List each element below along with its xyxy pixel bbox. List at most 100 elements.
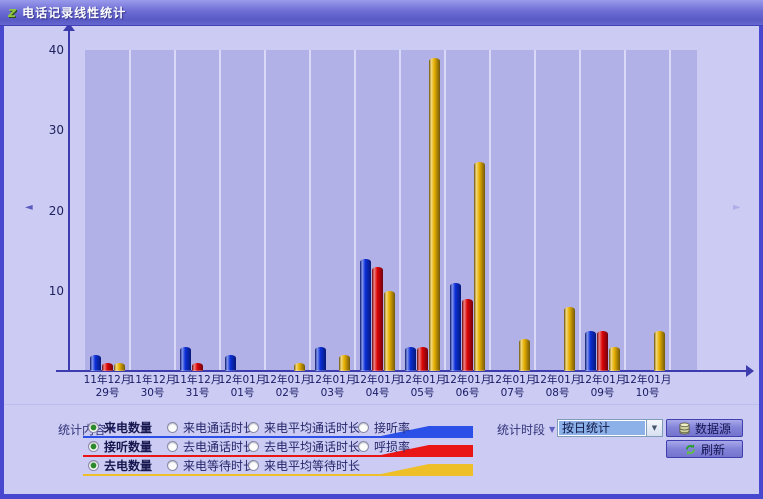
bar-来电数量-04号: [360, 259, 371, 371]
radio-option-接听数量[interactable]: 接听数量: [88, 439, 152, 454]
period-dropdown[interactable]: 按日统计 ▼: [557, 419, 663, 437]
radio-option-label: 来电数量: [104, 421, 153, 435]
period-dropdown-value: 按日统计: [559, 421, 645, 435]
y-axis-tick-label: 30: [48, 123, 64, 138]
window-border-left: [0, 0, 4, 499]
y-axis-line: [68, 30, 70, 372]
scroll-left-icon[interactable]: ◄: [25, 203, 33, 213]
radio-icon[interactable]: [167, 422, 178, 433]
radio-option-label: 去电平均通话时长: [264, 440, 361, 454]
x-axis-arrow-icon: [746, 365, 754, 377]
radio-option-去电通话时长[interactable]: 去电通话时长: [167, 439, 255, 454]
bar-去电数量-05号: [429, 58, 440, 371]
phone-record-stats-window: z 电话记录线性统计 x 1020304011年12月29号11年12月30号1…: [0, 0, 763, 499]
radio-icon[interactable]: [248, 422, 259, 433]
radio-option-接听率[interactable]: 接听率: [358, 420, 410, 435]
bar-去电数量-29号: [114, 363, 125, 371]
window-border-right: [759, 0, 763, 499]
radio-option-label: 来电平均等待时长: [264, 459, 361, 473]
radio-option-来电通话时长[interactable]: 来电通话时长: [167, 420, 255, 435]
radio-icon[interactable]: [248, 441, 259, 452]
window-border-bottom: [0, 494, 763, 499]
radio-option-来电平均等待时长[interactable]: 来电平均等待时长: [248, 458, 360, 473]
chevron-down-icon[interactable]: ▼: [646, 420, 662, 436]
x-axis-category-label: 12年01月 10号: [621, 374, 674, 400]
bar-接听数量-06号: [462, 299, 473, 371]
y-axis-tick-label: 40: [48, 43, 64, 57]
bar-去电数量-10号: [654, 331, 665, 371]
gridline: [669, 50, 671, 371]
radio-option-label: 接听数量: [104, 440, 153, 454]
bar-去电数量-02号: [294, 363, 305, 371]
radio-icon[interactable]: [88, 441, 99, 452]
radio-option-label: 接听率: [374, 421, 411, 435]
radio-icon[interactable]: [88, 460, 99, 471]
app-icon: z: [8, 4, 17, 21]
x-axis-label-line: 12年01月: [623, 374, 672, 386]
radio-option-呼损率[interactable]: 呼损率: [358, 439, 410, 454]
stats-period-label: 统计时段 ▼: [497, 423, 556, 437]
bar-来电数量-06号: [450, 283, 461, 371]
bar-来电数量-01号: [225, 355, 236, 371]
gridline: [129, 50, 131, 371]
bar-来电数量-09号: [585, 331, 596, 371]
gridline: [264, 50, 266, 371]
radio-option-去电平均通话时长[interactable]: 去电平均通话时长: [248, 439, 360, 454]
y-axis-tick-label: 20: [48, 203, 64, 218]
radio-option-label: 来电平均通话时长: [264, 421, 361, 435]
bar-接听数量-31号: [192, 363, 203, 371]
scroll-right-icon[interactable]: ►: [733, 203, 741, 213]
bar-接听数量-09号: [597, 331, 608, 371]
bar-来电数量-05号: [405, 347, 416, 371]
bar-去电数量-06号: [474, 162, 485, 371]
gridline: [534, 50, 536, 371]
radio-option-label: 去电数量: [104, 459, 153, 473]
bar-去电数量-04号: [384, 291, 395, 371]
radio-option-label: 来电通话时长: [183, 421, 256, 435]
datasource-button[interactable]: 数据源: [666, 419, 743, 437]
radio-option-label: 去电通话时长: [183, 440, 256, 454]
bar-来电数量-31号: [180, 347, 191, 371]
gridline: [309, 50, 311, 371]
radio-option-来电等待时长[interactable]: 来电等待时长: [167, 458, 255, 473]
window-title: 电话记录线性统计: [22, 6, 127, 20]
bar-来电数量-29号: [90, 355, 101, 371]
radio-icon[interactable]: [167, 460, 178, 471]
bar-接听数量-29号: [102, 363, 113, 371]
series-swatch-2: [381, 464, 473, 476]
gridline: [219, 50, 221, 371]
radio-icon[interactable]: [88, 422, 99, 433]
radio-option-label: 来电等待时长: [183, 459, 256, 473]
gridline: [444, 50, 446, 371]
radio-icon[interactable]: [248, 460, 259, 471]
gridline: [624, 50, 626, 371]
bar-去电数量-09号: [609, 347, 620, 371]
gridline: [579, 50, 581, 371]
title-bar: z 电话记录线性统计: [0, 0, 763, 26]
radio-icon[interactable]: [358, 441, 369, 452]
radio-icon[interactable]: [167, 441, 178, 452]
gridline: [174, 50, 176, 371]
refresh-button[interactable]: 刷新: [666, 440, 743, 458]
refresh-icon: [686, 443, 695, 455]
x-axis-label-line: 10号: [635, 387, 660, 399]
panel-divider: [4, 404, 759, 405]
y-axis-tick-label: 10: [48, 283, 64, 298]
bar-去电数量-03号: [339, 355, 350, 371]
radio-option-去电数量[interactable]: 去电数量: [88, 458, 152, 473]
gridline: [354, 50, 356, 371]
bar-去电数量-07号: [519, 339, 530, 371]
bar-接听数量-04号: [372, 267, 383, 371]
radio-option-来电数量[interactable]: 来电数量: [88, 420, 152, 435]
bar-来电数量-03号: [315, 347, 326, 371]
bar-接听数量-05号: [417, 347, 428, 371]
bar-去电数量-08号: [564, 307, 575, 371]
x-axis-line: [56, 370, 748, 372]
gridline: [489, 50, 491, 371]
database-icon: [679, 422, 690, 434]
radio-option-来电平均通话时长[interactable]: 来电平均通话时长: [248, 420, 360, 435]
stats-period-dropdown-icon: ▼: [549, 425, 556, 434]
radio-icon[interactable]: [358, 422, 369, 433]
gridline: [399, 50, 401, 371]
radio-option-label: 呼损率: [374, 440, 411, 454]
